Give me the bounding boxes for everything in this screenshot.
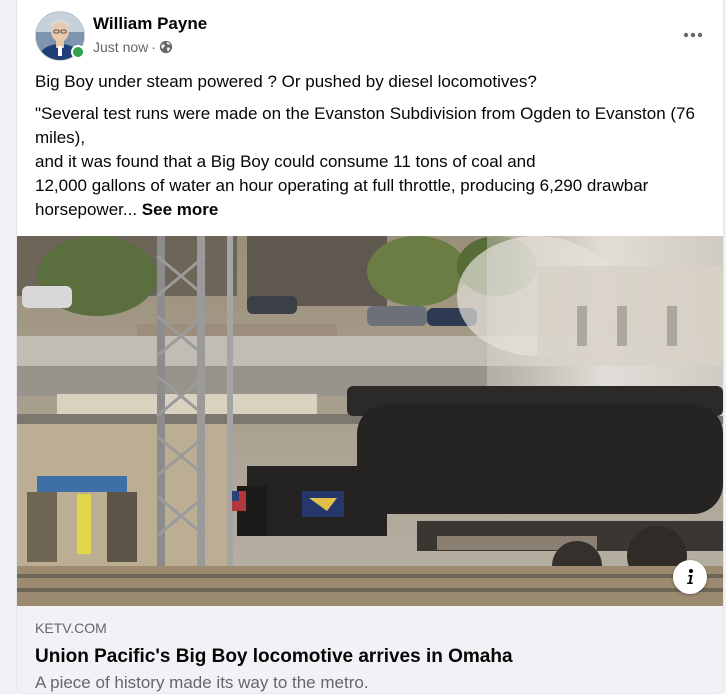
post-card: William Payne Just now · Big Boy under s… — [16, 0, 724, 694]
post-text-line: Big Boy under steam powered ? Or pushed … — [35, 72, 537, 91]
link-domain: KETV.COM — [35, 620, 107, 636]
post-text-line-last: 12,000 gallons of water an hour operatin… — [35, 174, 705, 222]
globe-icon[interactable] — [159, 40, 173, 54]
meta-separator: · — [151, 39, 156, 55]
avatar[interactable] — [35, 11, 85, 61]
link-title[interactable]: Union Pacific's Big Boy locomotive arriv… — [35, 645, 705, 669]
post-meta: Just now · — [93, 38, 173, 56]
post-text-line: and it was found that a Big Boy could co… — [35, 152, 536, 171]
post-text-line: 12,000 gallons of water an hour operatin… — [35, 176, 649, 219]
link-description: A piece of history made its way to the m… — [35, 673, 369, 692]
online-status-dot — [71, 45, 85, 59]
more-options-icon — [683, 32, 703, 38]
more-options-button[interactable] — [677, 21, 709, 49]
post-header: William Payne Just now · — [35, 11, 707, 61]
info-icon — [682, 568, 698, 586]
post-text: Big Boy under steam powered ? Or pushed … — [35, 70, 705, 222]
link-preview-image[interactable] — [17, 236, 723, 606]
info-button[interactable] — [673, 560, 707, 594]
post-timestamp[interactable]: Just now — [93, 38, 148, 56]
author-name[interactable]: William Payne — [93, 14, 207, 34]
link-preview[interactable]: KETV.COM Union Pacific's Big Boy locomot… — [17, 606, 723, 693]
see-more-link[interactable]: See more — [142, 200, 219, 219]
post-text-line: "Several test runs were made on the Evan… — [35, 104, 695, 147]
